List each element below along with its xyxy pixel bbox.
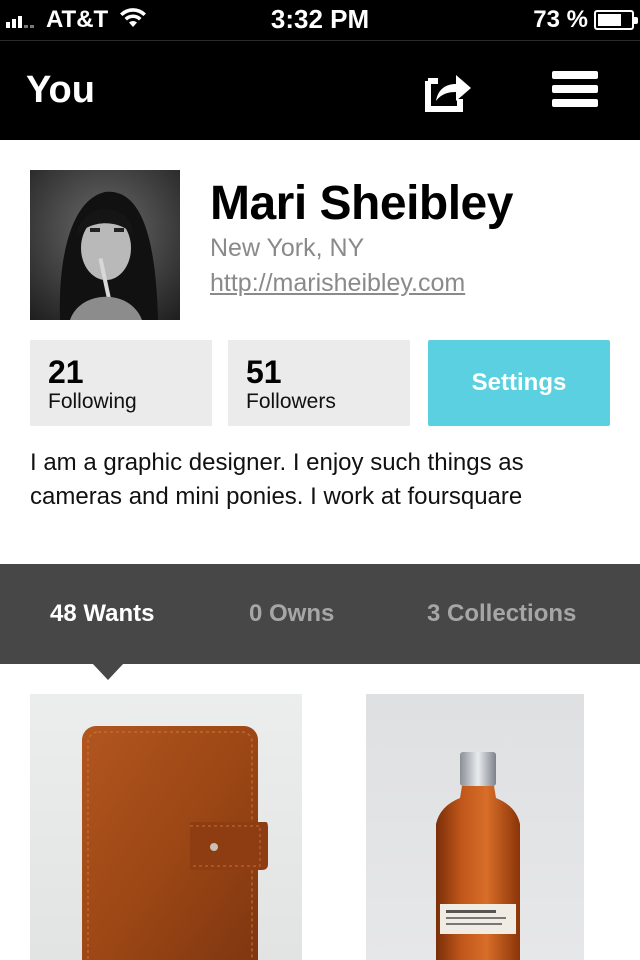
profile-name: Mari Sheibley: [210, 177, 513, 230]
share-icon: [425, 75, 471, 112]
settings-button[interactable]: Settings: [428, 340, 610, 426]
tab-owns[interactable]: 0 Owns: [249, 600, 334, 628]
share-button[interactable]: [424, 69, 474, 113]
profile-tab-bar: 48 Wants 0 Owns 3 Collections: [0, 564, 640, 664]
want-item-card[interactable]: [366, 694, 584, 960]
battery-fill: [598, 14, 622, 26]
followers-stat-button[interactable]: 51 Followers: [228, 340, 410, 426]
followers-label: Followers: [246, 390, 336, 413]
want-item-card[interactable]: [30, 694, 302, 960]
battery-percent: 73 %: [533, 6, 588, 33]
menu-icon-bar: [552, 99, 598, 107]
menu-icon-bar: [552, 85, 598, 93]
following-count: 21: [48, 354, 84, 390]
menu-button[interactable]: [552, 71, 598, 111]
following-stat-button[interactable]: 21 Following: [30, 340, 212, 426]
tab-collections[interactable]: 3 Collections: [427, 600, 576, 628]
battery-icon: [594, 10, 638, 30]
avatar[interactable]: [30, 170, 180, 320]
nav-bar: You: [0, 40, 640, 140]
leather-notebook-image: [82, 726, 268, 960]
tab-wants[interactable]: 48 Wants: [50, 600, 154, 628]
status-bar: AT&T 3:32 PM 73 %: [0, 0, 640, 40]
status-right: 73 %: [533, 6, 638, 34]
profile-website-link[interactable]: http://marisheibley.com: [210, 269, 465, 298]
following-label: Following: [48, 390, 137, 413]
profile-bio: I am a graphic designer. I enjoy such th…: [30, 449, 524, 510]
page-title: You: [26, 69, 95, 111]
menu-icon-bar: [552, 71, 598, 79]
followers-count: 51: [246, 354, 282, 390]
active-tab-indicator: [92, 663, 124, 680]
whiskey-bottle-image: [436, 752, 520, 960]
profile-location: New York, NY: [210, 234, 365, 262]
